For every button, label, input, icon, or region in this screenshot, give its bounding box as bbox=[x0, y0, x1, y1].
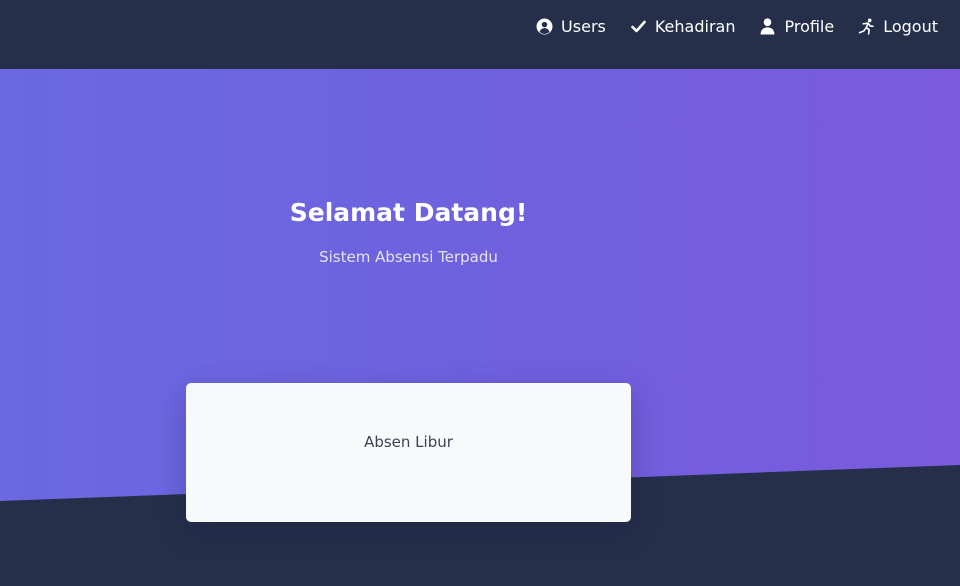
nav-item-kehadiran-label: Kehadiran bbox=[654, 16, 736, 36]
nav-item-profile[interactable]: Profile bbox=[759, 17, 834, 36]
hero-title: Selamat Datang! bbox=[289, 198, 528, 227]
hero-subtitle: Sistem Absensi Terpadu bbox=[319, 248, 498, 266]
nav-item-kehadiran[interactable]: Kehadiran bbox=[630, 16, 736, 36]
top-navbar: Users Kehadiran Profile Logout bbox=[0, 0, 960, 69]
nav-item-profile-label: Profile bbox=[784, 16, 835, 36]
nav-item-logout[interactable]: Logout bbox=[858, 17, 938, 36]
nav-item-users-label: Users bbox=[561, 16, 606, 36]
user-icon bbox=[759, 17, 776, 35]
attendance-status-text: Absen Libur bbox=[364, 433, 453, 451]
running-person-icon bbox=[858, 18, 875, 35]
nav-menu: Users Kehadiran Profile Logout bbox=[536, 14, 938, 38]
nav-item-users[interactable]: Users bbox=[536, 17, 606, 36]
page: Users Kehadiran Profile Logout Selamat D… bbox=[0, 0, 960, 586]
user-circle-icon bbox=[536, 18, 553, 35]
nav-item-logout-label: Logout bbox=[883, 16, 938, 36]
attendance-card: Absen Libur bbox=[186, 383, 631, 522]
checkmark-icon bbox=[630, 18, 647, 35]
